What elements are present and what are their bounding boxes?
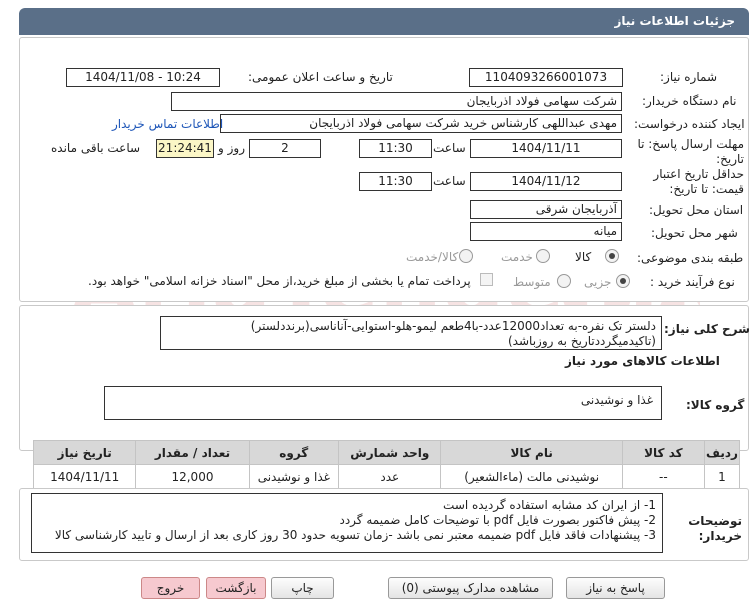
col-group: گروه — [248, 440, 340, 465]
cell-code: -- — [621, 464, 705, 489]
announce-date-label: تاریخ و ساعت اعلان عمومی: — [248, 70, 393, 84]
exit-button[interactable]: خروج — [141, 577, 200, 599]
items-header-row: ردیف کد کالا نام کالا واحد شمارش گروه تع… — [32, 440, 741, 465]
category-radio-both[interactable] — [459, 249, 473, 263]
summary-label: شرح کلی نیاز: — [664, 322, 750, 336]
remaining-label: ساعت باقی مانده — [51, 141, 141, 155]
col-need-date: تاریخ نیاز — [32, 440, 137, 465]
treasury-checkbox[interactable] — [480, 273, 493, 286]
summary-line-1: دلستر تک نفره-به تعداد12000عدد-با4طعم لی… — [250, 319, 656, 333]
attachments-button[interactable]: مشاهده مدارک پیوستی (0) — [388, 577, 553, 599]
cell-quantity: 12,000 — [135, 464, 250, 489]
notes-line-3: 3- پیشنهادات فاقد فایل pdf ضمیمه معتبر ن… — [54, 528, 656, 542]
back-button[interactable]: بازگشت — [206, 577, 266, 599]
payment-note: پرداخت تمام یا بخشی از مبلغ خرید،از محل … — [88, 274, 471, 288]
process-option-minor: جزیی — [584, 275, 612, 289]
days-field: 2 — [249, 139, 321, 158]
creator-label: ایجاد کننده درخواست: — [634, 117, 745, 131]
summary-line-2: (تاکیدمیگرددتاریخ به روزباشد) — [508, 334, 656, 348]
category-option-service: خدمت — [501, 250, 533, 264]
items-table: ردیف کد کالا نام کالا واحد شمارش گروه تع… — [32, 440, 741, 489]
col-code: کد کالا — [621, 440, 705, 465]
process-radio-medium[interactable] — [557, 274, 571, 288]
province-label: استان محل تحویل: — [649, 203, 744, 217]
category-radio-service[interactable] — [536, 249, 550, 263]
print-button[interactable]: چاپ — [271, 577, 334, 599]
validity-date-field: 1404/11/12 — [470, 172, 622, 191]
city-label: شهر محل تحویل: — [651, 226, 738, 240]
category-radio-goods[interactable] — [605, 249, 619, 263]
notes-line-1: 1- از ایران کد مشابه استفاده گردیده است — [443, 498, 656, 512]
col-name: نام کالا — [440, 440, 623, 465]
category-label: طبقه بندی موضوعی: — [637, 251, 744, 265]
goods-group-field: غذا و نوشیدنی — [104, 386, 662, 420]
goods-group-label: گروه کالا: — [686, 398, 745, 412]
notes-line-2: 2- پیش فاکتور بصورت فایل pdf با توضیحات … — [339, 513, 656, 527]
cell-name: نوشیدنی مالت (ماءالشعیر) — [440, 464, 623, 489]
col-row: ردیف — [703, 440, 741, 465]
category-option-both: کالا/خدمت — [406, 250, 459, 264]
deadline-label: مهلت ارسال پاسخ: تا تاریخ: — [637, 137, 744, 166]
notes-label: توضیحات خریدار: — [688, 514, 742, 543]
deadline-date-field: 1404/11/11 — [470, 139, 622, 158]
need-number-label: شماره نیاز: — [660, 70, 717, 84]
table-row[interactable]: 1 -- نوشیدنی مالت (ماءالشعیر) عدد غذا و … — [32, 464, 741, 489]
page-title: جزئیات اطلاعات نیاز — [19, 8, 749, 35]
contact-buyer-link[interactable]: اطلاعات تماس خریدار — [112, 117, 223, 131]
need-number-field: 1104093266001073 — [469, 68, 623, 87]
validity-label: حداقل تاریخ اعتبار قیمت: تا تاریخ: — [653, 167, 744, 196]
notes-field: 1- از ایران کد مشابه استفاده گردیده است … — [31, 493, 663, 553]
col-quantity: تعداد / مقدار — [135, 440, 250, 465]
cell-row: 1 — [703, 464, 741, 489]
col-unit: واحد شمارش — [338, 440, 442, 465]
category-option-goods: کالا — [575, 250, 592, 264]
creator-field: مهدی عبداللهی کارشناس خرید شرکت سهامی فو… — [220, 114, 622, 133]
remaining-time-field: 21:24:41 — [156, 139, 214, 158]
deadline-time-field: 11:30 — [359, 139, 432, 158]
reply-button[interactable]: پاسخ به نیاز — [566, 577, 665, 599]
announce-date-field: 1404/11/08 - 10:24 — [66, 68, 220, 87]
deadline-time-label: ساعت — [433, 141, 466, 155]
validity-time-field: 11:30 — [359, 172, 432, 191]
buyer-field: شرکت سهامی فولاد اذربایجان — [171, 92, 622, 111]
goods-section-title: اطلاعات کالاهای مورد نیاز — [565, 354, 720, 368]
province-field: آذربایجان شرقی — [470, 200, 622, 219]
buyer-label: نام دستگاه خریدار: — [642, 94, 737, 108]
city-field: میانه — [470, 222, 622, 241]
process-option-medium: متوسط — [513, 275, 551, 289]
summary-field: دلستر تک نفره-به تعداد12000عدد-با4طعم لی… — [160, 316, 662, 350]
days-label: روز و — [218, 141, 245, 155]
cell-group: غذا و نوشیدنی — [248, 464, 340, 489]
cell-need-date: 1404/11/11 — [32, 464, 137, 489]
process-label: نوع فرآیند خرید : — [650, 275, 735, 289]
validity-time-label: ساعت — [433, 174, 466, 188]
cell-unit: عدد — [338, 464, 442, 489]
process-radio-minor[interactable] — [616, 274, 630, 288]
